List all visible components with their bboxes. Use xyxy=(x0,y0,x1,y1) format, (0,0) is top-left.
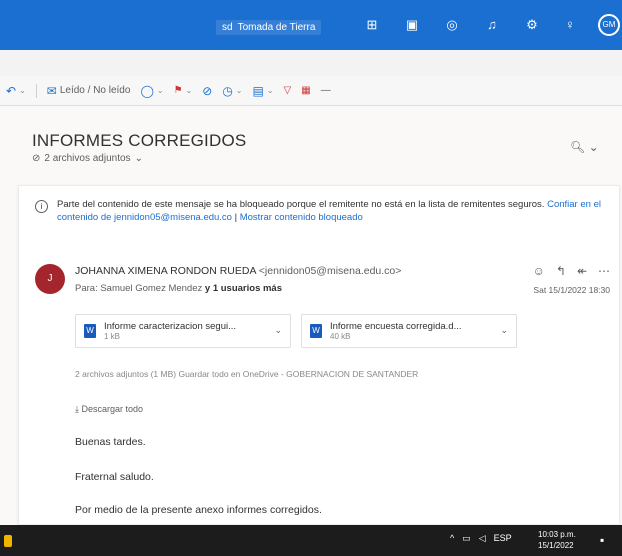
attachment-file[interactable]: W Informe caracterizacion segui... 1 kB … xyxy=(75,314,291,348)
top-app-bar: sd Tomada de Tierra ⊞ ▣ ◎ ♫ ⚙ ♀ GM xyxy=(0,0,622,50)
undo-button[interactable]: ↶ ⌄ xyxy=(6,84,26,98)
outlook-icon[interactable]: ◎ xyxy=(444,17,460,33)
envelope-icon: ✉ xyxy=(46,83,57,98)
paperclip-icon: ⊘ xyxy=(32,153,41,164)
pin-icon: ⊘ xyxy=(202,83,213,98)
word-file-icon: W xyxy=(84,324,96,338)
toolbar-spacer xyxy=(0,50,622,76)
clock-icon: ◷ xyxy=(222,83,233,98)
message-card: i Parte del contenido de este mensaje se… xyxy=(18,185,620,525)
sender-avatar[interactable]: J xyxy=(35,264,65,294)
attachment-file[interactable]: W Informe encuesta corregida.d... 40 kB … xyxy=(301,314,517,348)
show-blocked-content-link[interactable]: Mostrar contenido bloqueado xyxy=(240,212,363,223)
chevron-down-icon[interactable]: ⌄ xyxy=(274,325,282,336)
blocked-content-notice: i Parte del contenido de este mensaje se… xyxy=(35,198,605,224)
user-avatar[interactable]: GM xyxy=(598,14,620,36)
move-button[interactable]: ▤ ⌄ xyxy=(253,84,274,98)
print-button[interactable]: ▦ xyxy=(301,85,310,96)
clock[interactable]: 10:03 p.m. 15/1/2022 xyxy=(538,529,576,551)
toolbar-divider xyxy=(35,83,37,98)
zoom-button[interactable]: 🔍︎ ⌄ xyxy=(570,140,599,154)
lightbulb-icon[interactable]: ♀ xyxy=(562,17,578,33)
windows-taskbar: ^ ▭ ◁ ESP 10:03 p.m. 15/1/2022 ▪ xyxy=(0,525,622,556)
network-icon[interactable]: ▭ xyxy=(462,533,471,544)
message-date: Sat 15/1/2022 18:30 xyxy=(533,285,610,295)
emoji-icon[interactable]: ☺ xyxy=(533,264,545,278)
language-indicator[interactable]: ESP xyxy=(494,533,512,544)
attachment-list: W Informe caracterizacion segui... 1 kB … xyxy=(75,314,517,348)
bell-icon[interactable]: ♫ xyxy=(484,17,500,33)
snooze-button[interactable]: ◷ ⌄ xyxy=(222,84,242,98)
reply-all-icon[interactable]: ↞ xyxy=(577,264,587,278)
attachment-summary[interactable]: 2 archivos adjuntos (1 MB) Guardar todo … xyxy=(75,369,418,379)
mode-icon: sd xyxy=(222,21,233,33)
filter-icon: ▽ xyxy=(283,85,292,96)
word-icon[interactable]: ▣ xyxy=(404,17,420,33)
gear-icon[interactable]: ⚙ xyxy=(524,17,540,33)
info-icon: i xyxy=(35,200,48,213)
flag-icon: ⚑ xyxy=(173,85,183,96)
more-button[interactable]: — xyxy=(321,85,331,96)
chevron-down-icon: ⌄ xyxy=(134,153,143,164)
body-line: Buenas tardes. xyxy=(75,436,146,448)
download-all-link[interactable]: ⤓ Descargar todo xyxy=(75,404,143,415)
chevron-up-icon[interactable]: ^ xyxy=(450,533,454,544)
download-icon: ⤓ xyxy=(75,404,79,414)
mode-indicator[interactable]: sd Tomada de Tierra xyxy=(216,18,322,36)
word-file-icon: W xyxy=(310,324,322,338)
folder-icon: ▤ xyxy=(252,83,264,98)
body-line: Fraternal saludo. xyxy=(75,471,154,483)
more-actions-icon[interactable]: ⋯ xyxy=(598,264,610,278)
chevron-down-icon[interactable]: ⌄ xyxy=(500,325,508,336)
notification-icon[interactable]: ▪ xyxy=(600,533,604,547)
sender-row: J JOHANNA XIMENA RONDON RUEDA <jennidon0… xyxy=(35,264,610,304)
attachments-count[interactable]: ⊘ 2 archivos adjuntos ⌄ xyxy=(32,153,143,164)
body-line: Por medio de la presente anexo informes … xyxy=(75,504,322,516)
message-subject: INFORMES CORREGIDOS xyxy=(32,131,247,150)
categorize-button[interactable]: ◯ ⌄ xyxy=(140,84,163,98)
flag-button[interactable]: ⚑ ⌄ xyxy=(174,85,193,96)
system-tray: ^ ▭ ◁ ESP xyxy=(450,533,512,544)
recipients-line[interactable]: Para: Samuel Gomez Mendez y 1 usuarios m… xyxy=(75,283,282,294)
teams-icon[interactable]: ⊞ xyxy=(364,17,380,33)
sender-line[interactable]: JOHANNA XIMENA RONDON RUEDA <jennidon05@… xyxy=(75,265,401,277)
print-icon: ▦ xyxy=(301,85,311,96)
more-icon: — xyxy=(320,85,331,96)
message-toolbar: ↶ ⌄ ✉ Leído / No leído ◯ ⌄ ⚑ ⌄ ⊘ ◷ ⌄ ▤ ⌄ ▽ ▦ — xyxy=(0,76,622,106)
read-unread-button[interactable]: ✉ Leído / No leído xyxy=(47,84,131,98)
mode-label: Tomada de Tierra xyxy=(237,21,316,33)
taskbar-app-icon[interactable] xyxy=(4,535,12,547)
message-actions: ☺ ↰ ↞ ⋯ xyxy=(533,264,610,278)
reply-icon[interactable]: ↰ xyxy=(556,264,566,278)
volume-icon[interactable]: ◁ xyxy=(479,533,486,544)
rules-button[interactable]: ▽ xyxy=(284,85,292,96)
pin-button[interactable]: ⊘ xyxy=(202,84,212,98)
